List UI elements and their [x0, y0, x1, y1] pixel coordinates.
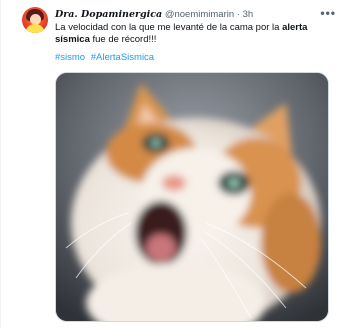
hashtag-alertasismica[interactable]: #AlertaSismica: [91, 52, 154, 63]
hashtags: #sismo #AlertaSismica: [55, 52, 157, 64]
tweet-text: La velocidad con la que me levanté de la…: [55, 22, 339, 46]
tweet-text-part2: fue de récord!!!: [89, 34, 157, 45]
avatar-body: [25, 24, 45, 33]
tweet-card[interactable]: Dra. Dopaminergica @noemimimarin · 3h ••…: [0, 0, 350, 328]
more-options-icon[interactable]: •••: [320, 6, 336, 20]
separator: ·: [236, 9, 240, 20]
avatar[interactable]: [22, 7, 48, 33]
timestamp[interactable]: 3h: [243, 9, 254, 20]
tweet-text-part1: La velocidad con la que me levanté de la…: [55, 22, 283, 33]
cat-photo-icon: [56, 73, 328, 321]
display-name[interactable]: Dra. Dopaminergica: [55, 9, 162, 20]
tweet-media-image[interactable]: [55, 72, 329, 322]
tweet-header: Dra. Dopaminergica @noemimimarin · 3h: [55, 9, 253, 21]
hashtag-sismo[interactable]: #sismo: [55, 52, 85, 63]
handle[interactable]: @noemimimarin: [165, 9, 234, 20]
